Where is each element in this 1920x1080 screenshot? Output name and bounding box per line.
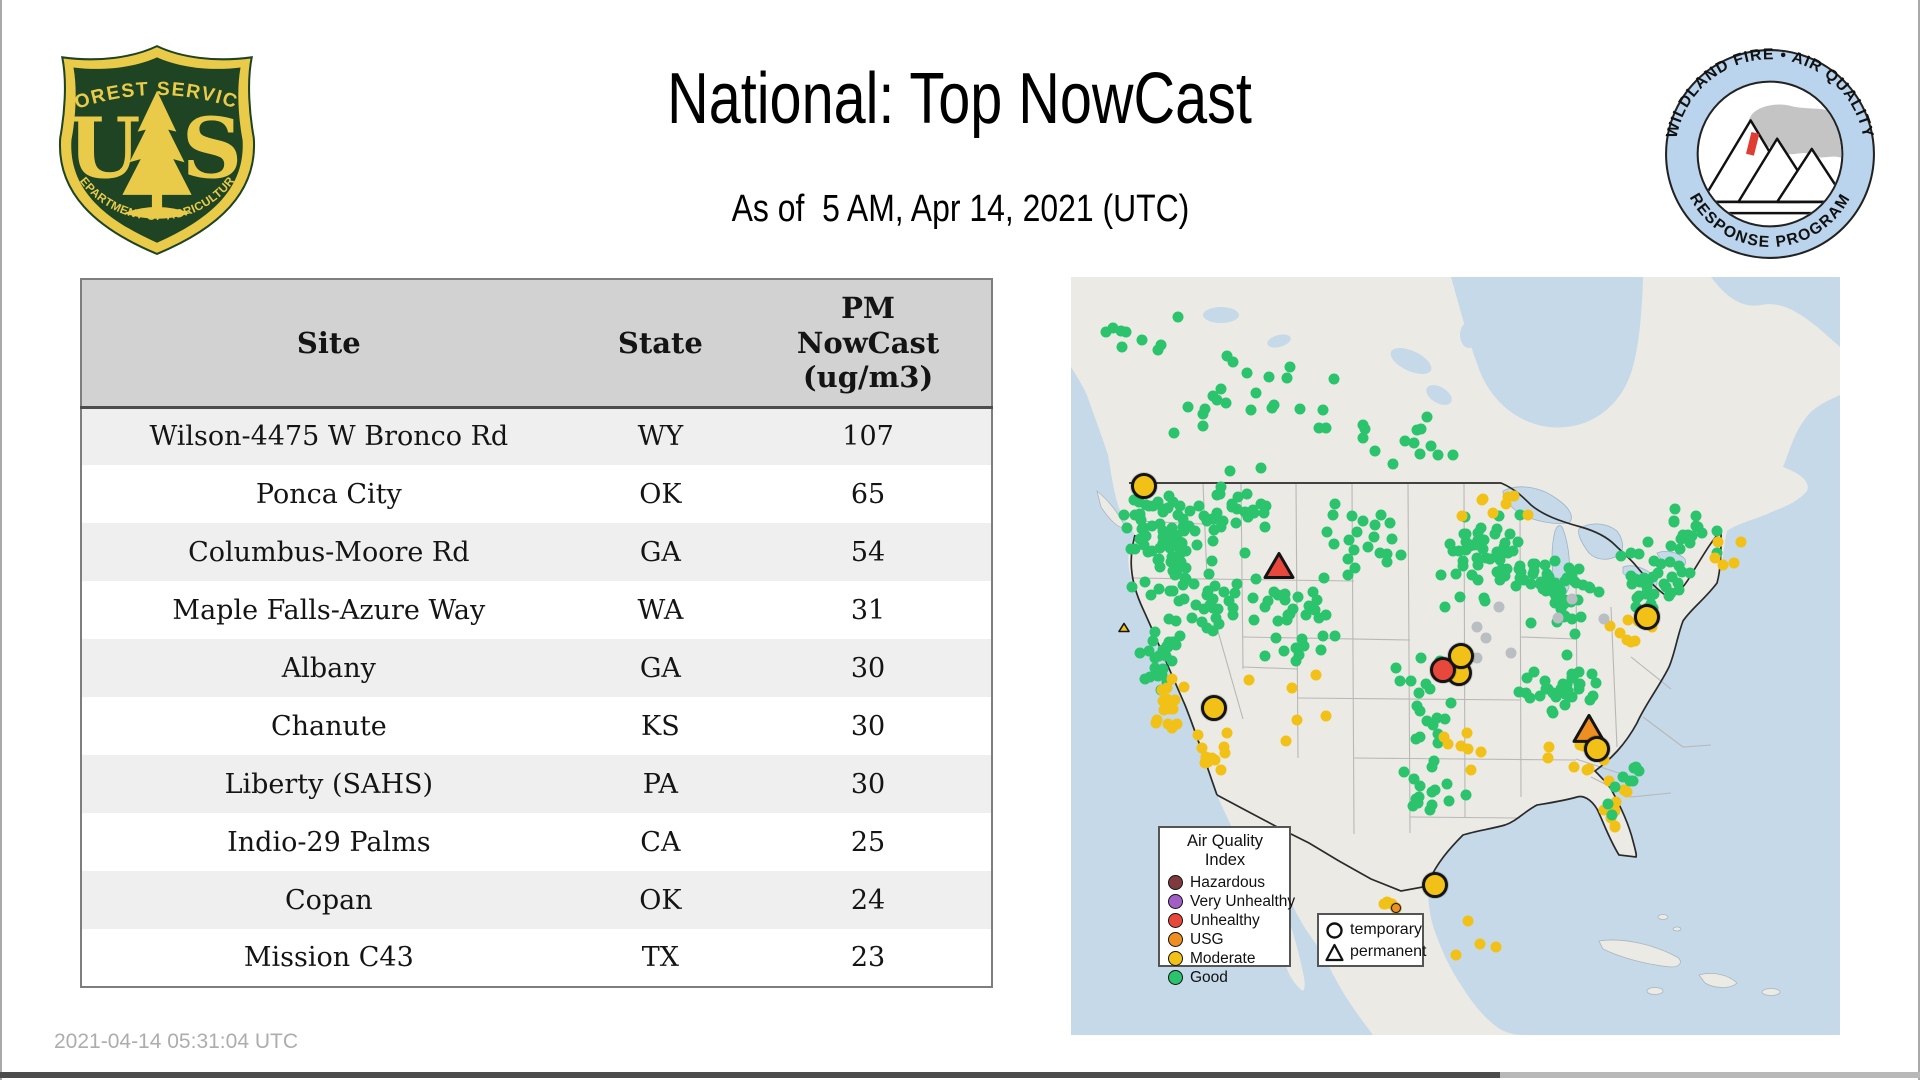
site-cell: Chanute xyxy=(81,697,576,755)
value-cell: 54 xyxy=(745,523,992,581)
aqi-legend-label: Very Unhealthy xyxy=(1190,892,1296,910)
value-cell: 30 xyxy=(745,697,992,755)
permanent-legend-row: permanent xyxy=(1325,941,1427,963)
table-row: Columbus-Moore Rd GA 54 xyxy=(81,523,992,581)
report-page: FOREST SERVICE DEPARTMENT OF AGRICULTURE… xyxy=(0,0,1920,1080)
value-cell: 31 xyxy=(745,581,992,639)
site-cell: Columbus-Moore Rd xyxy=(81,523,576,581)
value-cell: 107 xyxy=(745,407,992,465)
value-cell: 23 xyxy=(745,929,992,987)
table-row: Maple Falls-Azure Way WA 31 xyxy=(81,581,992,639)
aqi-legend-title: Air Quality Index xyxy=(1186,832,1264,869)
state-cell: PA xyxy=(575,755,746,813)
value-cell: 24 xyxy=(745,871,992,929)
column-header-site: Site xyxy=(81,279,576,409)
table-row: Indio-29 Palms CA 25 xyxy=(81,813,992,871)
state-cell: CA xyxy=(575,813,746,871)
site-cell: Wilson-4475 W Bronco Rd xyxy=(81,407,576,465)
page-title: National: Top NowCast xyxy=(667,59,1253,139)
wfaqrp-logo: WILDLAND FIRE • AIR QUALITY RESPONSE PRO… xyxy=(1664,47,1875,259)
window-left-border xyxy=(0,0,2,1080)
table-row: Mission C43 TX 23 xyxy=(81,929,992,987)
table-row: Chanute KS 30 xyxy=(81,697,992,755)
site-marker-circle-moderate xyxy=(1201,695,1228,722)
aqi-legend-item: Moderate xyxy=(1168,949,1282,968)
site-cell: Albany xyxy=(81,639,576,697)
state-cell: KS xyxy=(575,697,746,755)
table-row: Albany GA 30 xyxy=(81,639,992,697)
column-header-state: State xyxy=(575,279,746,409)
state-cell: OK xyxy=(575,871,746,929)
state-cell: WA xyxy=(575,581,746,639)
site-marker-circle-usg xyxy=(1390,902,1401,913)
usg-swatch-icon xyxy=(1168,932,1183,947)
site-cell: Mission C43 xyxy=(81,929,576,987)
site-marker-circle-moderate xyxy=(1131,473,1158,500)
site-marker-circle-moderate xyxy=(1447,643,1474,669)
site-marker-triangle-moderate xyxy=(1118,622,1130,633)
site-marker-triangle-unhealthy xyxy=(1263,552,1295,580)
aqi-legend-item: Very Unhealthy xyxy=(1168,892,1295,911)
site-marker-circle-moderate xyxy=(1583,736,1610,763)
site-cell: Maple Falls-Azure Way xyxy=(81,581,576,639)
very_unhealthy-swatch-icon xyxy=(1168,894,1183,909)
table-row: Liberty (SAHS) PA 30 xyxy=(81,755,992,813)
value-cell: 30 xyxy=(745,639,992,697)
good-swatch-icon xyxy=(1168,970,1183,985)
site-marker-circle-moderate xyxy=(1421,871,1448,898)
site-cell: Liberty (SAHS) xyxy=(81,755,576,813)
marker-type-legend: temporary permanent xyxy=(1317,913,1427,967)
temporary-label: temporary xyxy=(1350,921,1423,938)
unhealthy-swatch-icon xyxy=(1168,913,1183,928)
table-row: Copan OK 24 xyxy=(81,871,992,929)
table-row: Wilson-4475 W Bronco Rd WY 107 xyxy=(81,407,992,465)
aqi-legend-label: Good xyxy=(1190,968,1228,986)
horizontal-scrollbar[interactable] xyxy=(0,1072,1920,1078)
permanent-marker-icon xyxy=(1325,943,1344,961)
value-cell: 25 xyxy=(745,813,992,871)
scrollbar-thumb[interactable] xyxy=(0,1072,1500,1078)
generated-timestamp: 2021-04-14 05:31:04 UTC xyxy=(54,1030,298,1053)
aqi-legend-label: Unhealthy xyxy=(1190,911,1260,929)
temporary-legend-row: temporary xyxy=(1325,919,1422,941)
aqi-legend-item: Hazardous xyxy=(1168,873,1282,892)
aqi-legend-item: USG xyxy=(1168,930,1282,949)
value-cell: 65 xyxy=(745,465,992,523)
hazardous-swatch-icon xyxy=(1168,875,1183,890)
permanent-label: permanent xyxy=(1350,943,1427,960)
state-cell: GA xyxy=(575,639,746,697)
state-cell: TX xyxy=(575,929,746,987)
table-row: Ponca City OK 65 xyxy=(81,465,992,523)
site-marker-circle-moderate xyxy=(1633,604,1660,631)
site-cell: Copan xyxy=(81,871,576,929)
air-quality-map: Air Quality Index Hazardous Very Unhealth… xyxy=(1071,277,1840,1035)
aqi-legend-item: Good xyxy=(1168,968,1282,987)
aqi-legend-label: Moderate xyxy=(1190,949,1256,967)
aqi-legend-label: USG xyxy=(1190,930,1224,948)
state-cell: GA xyxy=(575,523,746,581)
page-subtitle: As of 5 AM, Apr 14, 2021 (UTC) xyxy=(731,188,1189,230)
moderate-swatch-icon xyxy=(1168,951,1183,966)
temporary-marker-icon xyxy=(1326,921,1343,939)
table-header-row: Site State PM NowCast (ug/m3) xyxy=(81,279,992,409)
site-cell: Indio-29 Palms xyxy=(81,813,576,871)
aqi-legend: Air Quality Index Hazardous Very Unhealth… xyxy=(1158,826,1295,986)
value-cell: 30 xyxy=(745,755,992,813)
state-cell: OK xyxy=(575,465,746,523)
aqi-legend-label: Hazardous xyxy=(1190,873,1265,891)
nowcast-table: Site State PM NowCast (ug/m3) Wilson-447… xyxy=(80,278,993,988)
column-header-pm-nowcast: PM NowCast (ug/m3) xyxy=(745,279,992,409)
aqi-legend-item: Unhealthy xyxy=(1168,911,1282,930)
state-cell: WY xyxy=(575,407,746,465)
site-cell: Ponca City xyxy=(81,465,576,523)
